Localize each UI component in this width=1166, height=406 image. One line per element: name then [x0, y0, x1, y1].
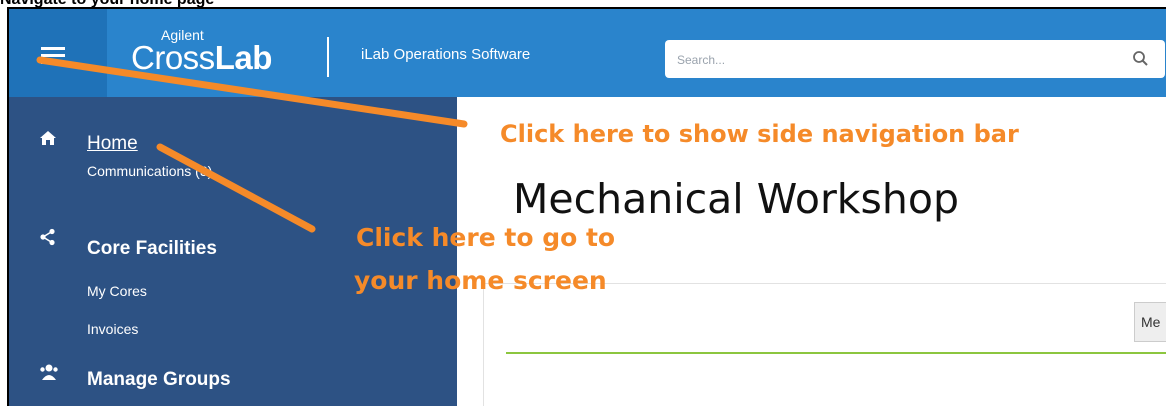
header-divider	[327, 37, 329, 77]
annotation-home-text-1: Click here to go to	[356, 223, 616, 252]
sidebar-item-my-cores[interactable]: My Cores	[87, 283, 147, 299]
sidebar-item-invoices[interactable]: Invoices	[87, 321, 138, 337]
sidebar-item-home[interactable]: Home	[87, 133, 138, 155]
crosslab-logo[interactable]: CrossLab	[131, 39, 272, 77]
users-icon	[39, 363, 59, 383]
content-card: Me	[483, 283, 1166, 406]
tab-me[interactable]: Me	[1134, 302, 1166, 342]
share-icon	[39, 228, 59, 248]
sidebar-item-core-facilities[interactable]: Core Facilities	[87, 238, 217, 260]
search-input[interactable]	[675, 49, 1099, 71]
annotation-home-text-2: your home screen	[354, 266, 607, 295]
top-header: Agilent CrossLab iLab Operations Softwar…	[9, 9, 1166, 97]
app-name: iLab Operations Software	[361, 46, 531, 63]
home-icon	[39, 129, 59, 149]
sidebar-item-manage-groups[interactable]: Manage Groups	[87, 369, 231, 391]
logo-cross-text: Cross	[131, 39, 215, 76]
annotation-menu-text: Click here to show side navigation bar	[500, 120, 1019, 148]
logo-lab-text: Lab	[214, 39, 273, 76]
page-title: Mechanical Workshop	[513, 175, 959, 223]
search-box	[665, 40, 1165, 78]
screenshot-frame: Agilent CrossLab iLab Operations Softwar…	[7, 7, 1166, 406]
accent-divider	[506, 352, 1166, 354]
sidebar-item-communications[interactable]: Communications (3)	[87, 163, 212, 179]
search-icon[interactable]	[1131, 49, 1151, 69]
hamburger-menu-button[interactable]	[9, 9, 107, 97]
